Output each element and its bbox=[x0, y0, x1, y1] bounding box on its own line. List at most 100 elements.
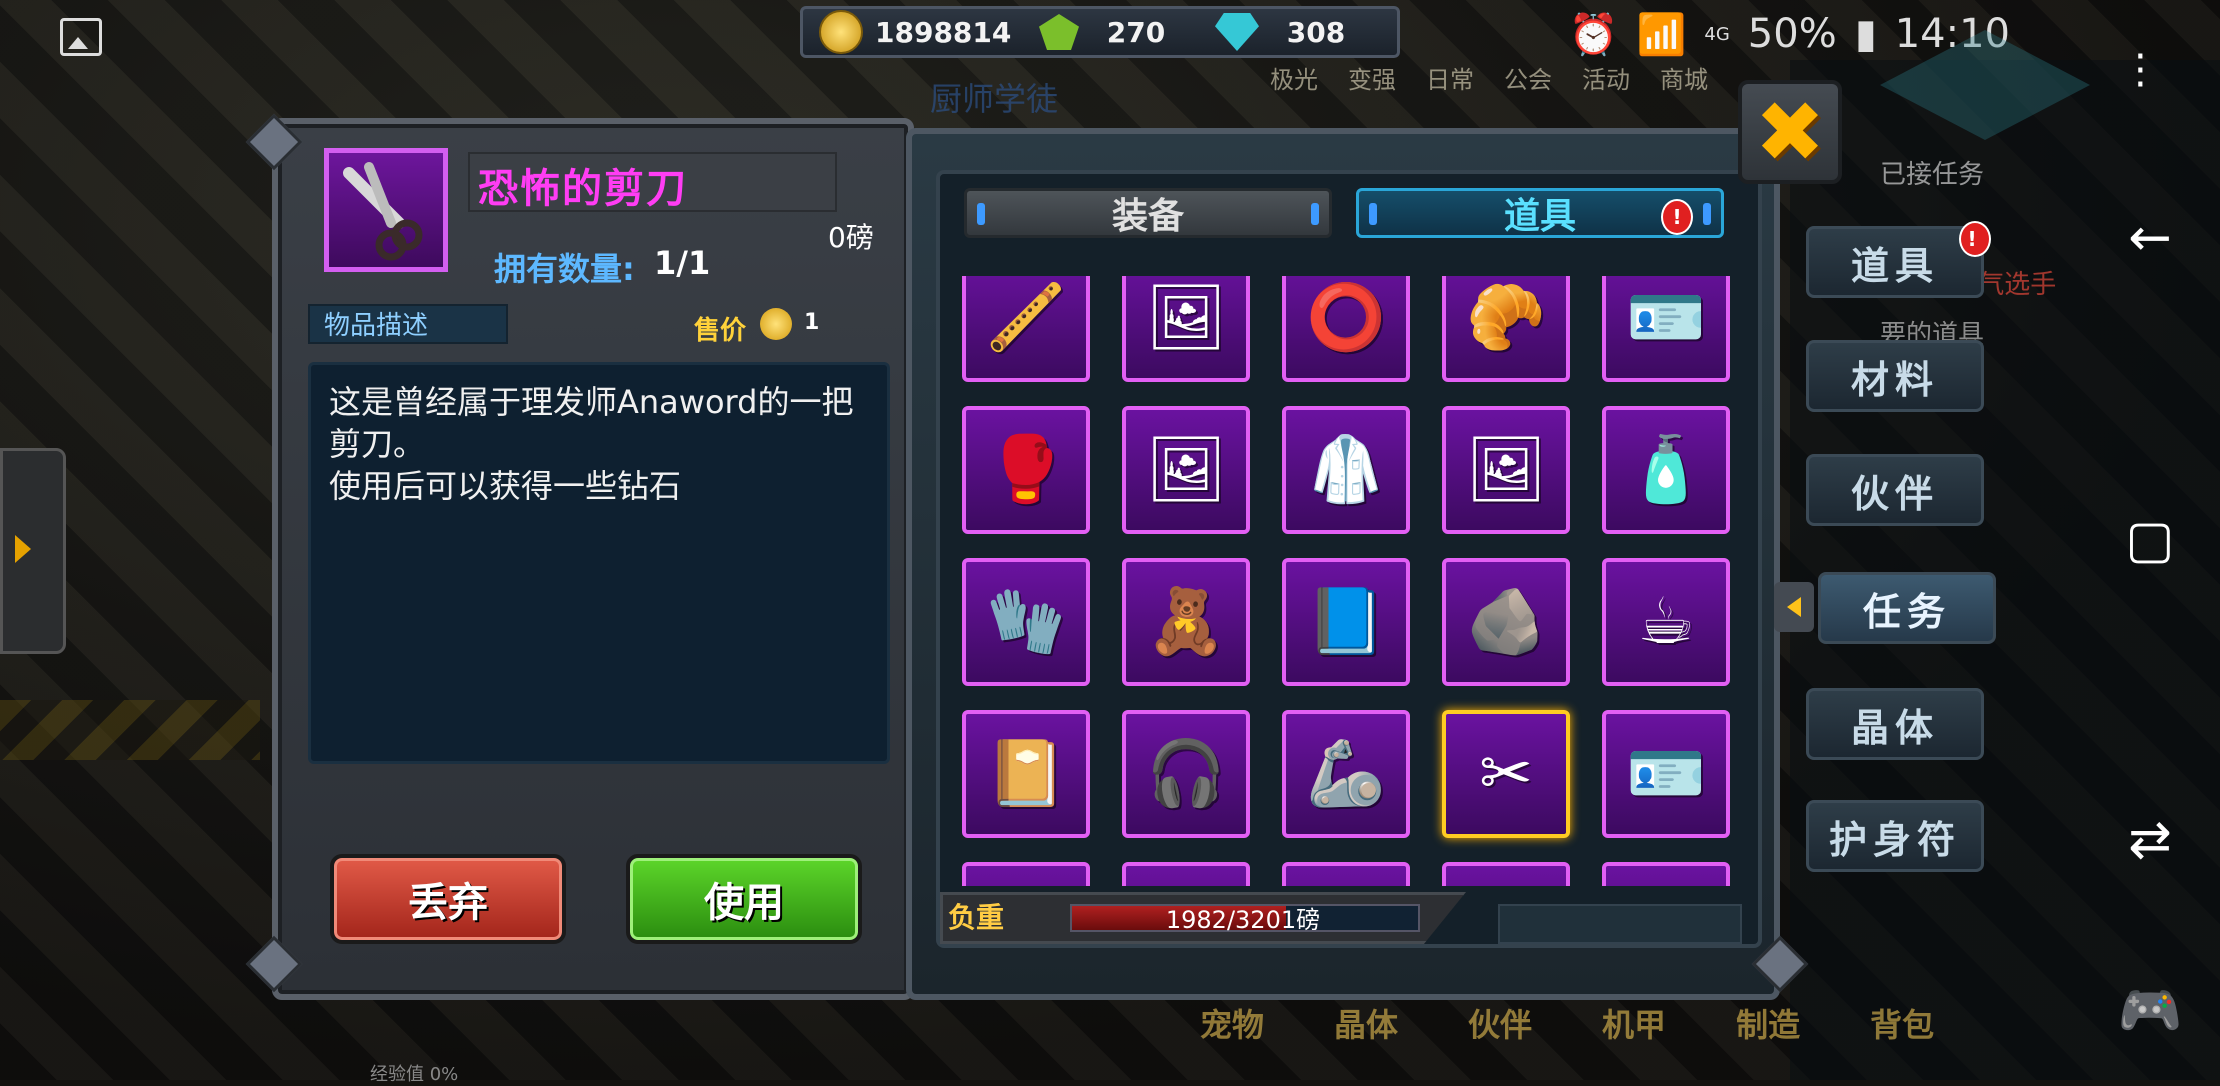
stone-icon: 🪨 bbox=[1466, 585, 1546, 659]
teacup-icon: ☕ bbox=[1637, 585, 1695, 659]
teddy-bear-icon: 🧸 bbox=[1146, 585, 1226, 659]
photo-icon: 🖼 bbox=[1145, 433, 1227, 507]
inventory-slot[interactable]: 🦾 bbox=[1282, 710, 1410, 838]
top-menu-item: 极光 bbox=[1270, 66, 1318, 94]
id-card-icon: 🪪 bbox=[1626, 737, 1706, 811]
notebook-icon: 📔 bbox=[986, 737, 1066, 811]
magazine-icon: 📘 bbox=[1306, 585, 1386, 659]
inventory-slot[interactable]: 🖼 bbox=[1122, 276, 1250, 382]
inventory-slot[interactable]: 🧴 bbox=[1602, 406, 1730, 534]
top-menu-item: 变强 bbox=[1348, 66, 1396, 94]
quest-header: 已接任务 bbox=[1880, 160, 1985, 190]
item-weight: 0磅 bbox=[828, 221, 874, 254]
inventory-slot[interactable]: 📘 bbox=[1282, 558, 1410, 686]
inventory-slot[interactable]: 🔹 bbox=[1602, 862, 1730, 886]
weight-label: 负重 bbox=[948, 901, 1005, 934]
system-nav: ← ▢ ⇄ 🎮 bbox=[2118, 0, 2220, 1080]
inventory-slot[interactable]: 🖼 bbox=[1442, 406, 1570, 534]
inventory-panel: 装备 道具 ! 🪈 🖼 ⭕ 🥐 🪪 🥊 🖼 🥼 🖼 🧴 🧤 🧸 📘 🪨 ☕ 📔 🎧 🦾 ✂ 🪪 🃏 📦 📜 📜 🔹 负重 198… bbox=[906, 128, 1780, 1000]
tab-pip bbox=[1369, 203, 1377, 225]
inventory-slot[interactable]: 🃏 bbox=[962, 862, 1090, 886]
tab-pip bbox=[1311, 203, 1319, 225]
inventory-slot[interactable]: ☕ bbox=[1602, 558, 1730, 686]
gem-counter: 270 bbox=[1039, 14, 1181, 50]
inventory-slot[interactable]: 📜 bbox=[1282, 862, 1410, 886]
gold-coin-icon bbox=[760, 308, 792, 340]
alert-badge: ! bbox=[1661, 199, 1693, 235]
gallery-icon bbox=[60, 18, 102, 56]
food-box-icon: 🥐 bbox=[1466, 281, 1546, 355]
inventory-slot[interactable]: 📜 bbox=[1442, 862, 1570, 886]
inventory-slot[interactable]: ✂ bbox=[1442, 710, 1570, 838]
left-expand-tab[interactable] bbox=[0, 448, 66, 654]
bottom-menu-item: 机甲 bbox=[1602, 1006, 1667, 1044]
inventory-grid-viewport[interactable]: 🪈 🖼 ⭕ 🥐 🪪 🥊 🖼 🥼 🖼 🧴 🧤 🧸 📘 🪨 ☕ 📔 🎧 🦾 ✂ 🪪 🃏 📦 📜 📜 🔹 bbox=[962, 276, 1736, 886]
price-value: 1 bbox=[804, 310, 820, 335]
inventory-grid: 🪈 🖼 ⭕ 🥐 🪪 🥊 🖼 🥼 🖼 🧴 🧤 🧸 📘 🪨 ☕ 📔 🎧 🦾 ✂ 🪪 🃏 📦 📜 📜 🔹 bbox=[962, 276, 1730, 886]
lab-coat-icon: 🥼 bbox=[1306, 433, 1386, 507]
close-button[interactable]: ✖ bbox=[1738, 80, 1842, 184]
inventory-slot[interactable]: 🧸 bbox=[1122, 558, 1250, 686]
top-menu-item: 日常 bbox=[1426, 66, 1474, 94]
side-menu-item[interactable]: 道具! bbox=[1806, 221, 1991, 298]
side-menu-item[interactable]: 护身符 bbox=[1806, 800, 1984, 872]
side-menu-item[interactable]: 伙伴 bbox=[1806, 454, 1984, 526]
belt-icon: ⭕ bbox=[1306, 281, 1386, 355]
photo-card-icon: 🖼 bbox=[1145, 281, 1227, 355]
bottom-menu-item: 背包 bbox=[1870, 1006, 1935, 1044]
discard-button[interactable]: 丢弃 bbox=[330, 854, 566, 944]
tab-items[interactable]: 道具 ! bbox=[1356, 188, 1724, 238]
inventory-slot[interactable]: 🪈 bbox=[962, 276, 1090, 382]
inventory-slot[interactable]: 🪨 bbox=[1442, 558, 1570, 686]
gold-counter: 1898814 bbox=[819, 10, 1012, 54]
inventory-slot[interactable]: 🥼 bbox=[1282, 406, 1410, 534]
side-menu-item[interactable]: 任务 bbox=[1818, 572, 1996, 644]
side-menu-label: 任务 bbox=[1862, 589, 1951, 634]
mechanical-arm-icon: 🦾 bbox=[1306, 737, 1386, 811]
inventory-slot[interactable]: 🎧 bbox=[1122, 710, 1250, 838]
top-game-menu: 极光 变强 日常 公会 活动 商城 bbox=[1270, 60, 1708, 95]
description-tab: 物品描述 bbox=[308, 304, 508, 344]
switch-icon[interactable]: ⇄ bbox=[2120, 810, 2180, 870]
inventory-slot[interactable]: ⭕ bbox=[1282, 276, 1410, 382]
recents-icon[interactable]: ▢ bbox=[2120, 510, 2180, 570]
price-label: 售价 bbox=[694, 316, 747, 346]
side-menu-label: 晶体 bbox=[1850, 705, 1939, 750]
inventory-slot[interactable]: 🧤 bbox=[962, 558, 1090, 686]
side-menu-label: 护身符 bbox=[1828, 817, 1961, 862]
side-menu-item[interactable]: 晶体 bbox=[1806, 688, 1984, 760]
gold-value: 1898814 bbox=[875, 15, 1012, 49]
inventory-slot[interactable]: 🪪 bbox=[1602, 710, 1730, 838]
tab-items-label: 道具 bbox=[1503, 196, 1576, 237]
inventory-slot[interactable]: 📦 bbox=[1122, 862, 1250, 886]
gold-coin-icon bbox=[819, 10, 863, 54]
gem-value: 270 bbox=[1106, 15, 1166, 49]
tab-pip bbox=[977, 203, 985, 225]
use-button[interactable]: 使用 bbox=[626, 854, 862, 944]
top-menu-item: 公会 bbox=[1504, 66, 1552, 94]
tab-pip bbox=[1703, 203, 1711, 225]
bottom-menu-item: 宠物 bbox=[1200, 1006, 1265, 1044]
item-description: 这是曾经属于理发师Anaword的一把 剪刀。 使用后可以获得一些钻石 bbox=[329, 383, 854, 505]
id-card-icon: 🪪 bbox=[1626, 281, 1706, 355]
inventory-slot[interactable]: 📔 bbox=[962, 710, 1090, 838]
tab-equipment[interactable]: 装备 bbox=[964, 188, 1332, 238]
bottom-game-menu: 宠物 晶体 伙伴 机甲 制造 背包 bbox=[1200, 1000, 1934, 1046]
item-name: 恐怖的剪刀 bbox=[478, 166, 688, 212]
alert-badge: ! bbox=[1959, 221, 1991, 257]
diamond-counter: 308 bbox=[1215, 13, 1361, 51]
side-menu-label: 道具 bbox=[1850, 243, 1939, 288]
gamepad-icon[interactable]: 🎮 bbox=[2118, 980, 2183, 1041]
side-menu-item[interactable]: 材料 bbox=[1806, 340, 1984, 412]
inventory-slot[interactable]: 🪪 bbox=[1602, 276, 1730, 382]
bottom-menu-item: 制造 bbox=[1736, 1006, 1801, 1044]
inventory-slot[interactable]: 🥊 bbox=[962, 406, 1090, 534]
tab-equipment-label: 装备 bbox=[1111, 196, 1184, 237]
photo-card-icon: 🖼 bbox=[1465, 433, 1547, 507]
side-menu-arrow[interactable] bbox=[1774, 582, 1814, 632]
pipe-icon: 🪈 bbox=[986, 281, 1066, 355]
inventory-slot[interactable]: 🥐 bbox=[1442, 276, 1570, 382]
back-icon[interactable]: ← bbox=[2120, 208, 2180, 268]
side-menu-label: 材料 bbox=[1850, 357, 1939, 402]
inventory-slot[interactable]: 🖼 bbox=[1122, 406, 1250, 534]
